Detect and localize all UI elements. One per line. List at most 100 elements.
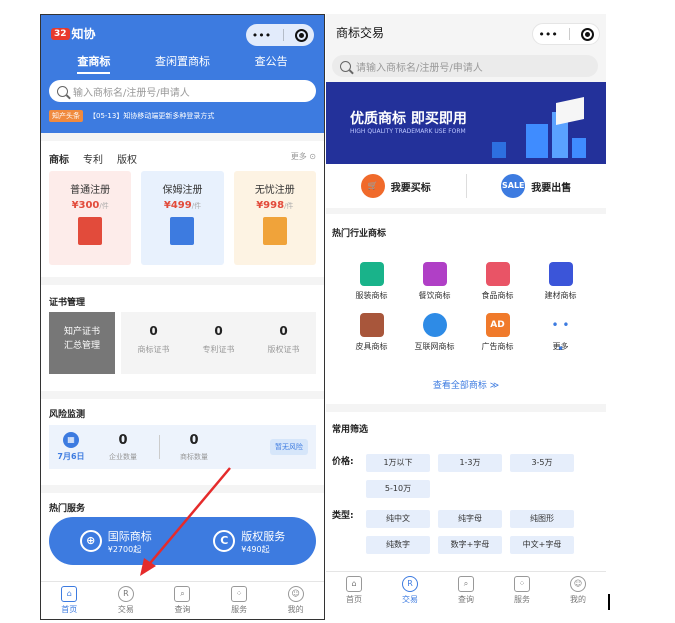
sale-icon: SALE <box>501 174 526 198</box>
bag-icon <box>359 313 384 337</box>
more-link[interactable]: 更多 ⊙ <box>291 151 316 162</box>
tab-mine[interactable]: ☺ 我的 <box>550 572 606 609</box>
more-dots-icon: • • • <box>551 318 570 356</box>
service-worryfree-registration[interactable]: 无忧注册 ¥998/件 <box>233 171 316 265</box>
document-icon <box>78 217 103 245</box>
industry-advertising[interactable]: AD 广告商标 <box>466 313 529 352</box>
service-tabs: 商标 专利 版权 <box>49 151 137 166</box>
status-badge: 暂无风险 <box>270 439 308 455</box>
service-nanny-registration[interactable]: 保姆注册 ¥499/件 <box>141 171 224 265</box>
miniprogram-capsule[interactable]: ••• <box>532 23 600 45</box>
industry-more[interactable]: • • • 更多 <box>529 313 592 356</box>
certificate-card: 证书管理 知产证书 汇总管理 0 商标证书 0 专利证书 0 版权证书 <box>41 285 324 391</box>
stat-patent-cert[interactable]: 0 专利证书 <box>186 312 251 374</box>
bottom-tabbar: ⌂ 首页 R 交易 ⌕ 查询 ⁘ 服务 ☺ 我的 <box>326 571 606 609</box>
tab-idle-trademark[interactable]: 查闲置商标 <box>155 53 210 74</box>
service-name: 无忧注册 <box>254 185 295 196</box>
type-chip[interactable]: 数字+字母 <box>438 536 502 554</box>
tab-copyright[interactable]: 版权 <box>117 151 137 166</box>
tab-trade[interactable]: R 交易 <box>382 572 438 609</box>
type-label: 类型: <box>332 511 354 521</box>
price-chip[interactable]: 1-3万 <box>438 454 502 472</box>
industry-section: 热门行业商标 服装商标 餐饮商标 食品商标 建材商标 皮具商标 互联网商标 AD… <box>326 214 606 404</box>
industry-clothing[interactable]: 服装商标 <box>340 262 403 301</box>
stat-trademark-cert[interactable]: 0 商标证书 <box>121 312 186 374</box>
buy-trademark-button[interactable]: 🛒 我要买标 <box>326 174 466 198</box>
news-tag: 知产头条 <box>49 110 83 122</box>
hot-intl-trademark[interactable]: ⊕ 国际商标 ¥2700起 <box>49 528 183 555</box>
hot-title: 热门服务 <box>49 504 86 514</box>
ad-icon: AD <box>485 313 510 337</box>
tab-home[interactable]: ⌂ 首页 <box>41 582 98 619</box>
document-icon <box>262 217 287 245</box>
home-icon: ⌂ <box>346 576 362 592</box>
cert-title: 证书管理 <box>49 298 86 308</box>
service-normal-registration[interactable]: 普通注册 ¥300/件 <box>49 171 132 265</box>
price-chip[interactable]: 5-10万 <box>366 480 430 498</box>
industry-title: 热门行业商标 <box>332 229 387 239</box>
banner-title: 优质商标 即买即用 <box>350 111 467 127</box>
grid-icon: ⁘ <box>514 576 530 592</box>
industry-internet[interactable]: 互联网商标 <box>403 313 466 352</box>
grid-icon: ⁘ <box>231 586 248 602</box>
tab-search-trademark[interactable]: 查商标 <box>77 53 111 74</box>
news-text[interactable]: 【05-13】知协移动端更新多种登录方式 <box>89 111 214 121</box>
service-card: 商标 专利 版权 更多 ⊙ 普通注册 ¥300/件 保姆注册 ¥499/件 无忧… <box>41 141 324 277</box>
filter-section: 常用筛选 价格: 1万以下 1-3万 3-5万 5-10万 类型: 纯中文 纯字… <box>326 412 606 572</box>
type-chip[interactable]: 纯中文 <box>366 510 430 528</box>
close-target-icon[interactable] <box>295 28 309 42</box>
tab-query[interactable]: ⌕ 查询 <box>438 572 494 609</box>
filter-title: 常用筛选 <box>332 425 369 435</box>
cert-summary-button[interactable]: 知产证书 汇总管理 <box>49 312 115 374</box>
stat-copyright-cert[interactable]: 0 版权证书 <box>251 312 316 374</box>
type-chip[interactable]: 纯图形 <box>510 510 574 528</box>
banner-subtitle: HIGH QUALITY TRADEMARK USE FORM <box>350 128 466 135</box>
type-chip[interactable]: 中文+字母 <box>510 536 574 554</box>
text-cursor <box>608 594 610 610</box>
calendar-icon: ▦ <box>63 432 79 448</box>
buy-sell-bar: 🛒 我要买标 SALE 我要出售 <box>326 164 606 208</box>
registered-icon: R <box>117 586 134 602</box>
more-dots-icon[interactable]: ••• <box>252 29 271 42</box>
tab-patent[interactable]: 专利 <box>83 151 103 166</box>
cart-icon: 🛒 <box>360 174 385 198</box>
tab-service[interactable]: ⁘ 服务 <box>494 572 550 609</box>
tab-home[interactable]: ⌂ 首页 <box>326 572 382 609</box>
industry-catering[interactable]: 餐饮商标 <box>403 262 466 301</box>
sell-trademark-button[interactable]: SALE 我要出售 <box>467 174 607 198</box>
tab-mine[interactable]: ☺ 我的 <box>267 582 324 619</box>
industry-food[interactable]: 食品商标 <box>466 262 529 301</box>
right-phone-screen: 商标交易 ••• 请输入商标名/注册号/申请人 优质商标 即买即用 HIGH Q… <box>326 14 606 609</box>
home-icon: ⌂ <box>61 586 78 602</box>
tab-announcement[interactable]: 查公告 <box>255 53 288 74</box>
more-dots-icon[interactable]: ••• <box>538 28 557 41</box>
price-chip[interactable]: 3-5万 <box>510 454 574 472</box>
price-chips: 1万以下 1-3万 3-5万 5-10万 <box>366 454 600 498</box>
type-chip[interactable]: 纯数字 <box>366 536 430 554</box>
view-all-trademarks-link[interactable]: 查看全部商标 ≫ <box>326 378 606 391</box>
logo-badge: 32 <box>51 27 70 40</box>
search-input[interactable]: 请输入商标名/注册号/申请人 <box>332 55 598 77</box>
stat-company-count: 0 企业数量 <box>109 432 137 461</box>
search-input[interactable]: 输入商标名/注册号/申请人 <box>49 80 316 102</box>
news-ticker[interactable]: 知产头条 【05-13】知协移动端更新多种登录方式 <box>49 110 214 122</box>
type-chip[interactable]: 纯字母 <box>438 510 502 528</box>
left-phone-screen: 32 知协 ••• 查商标 查闲置商标 查公告 输入商标名/注册号/申请人 知产… <box>40 14 325 620</box>
user-icon: ☺ <box>570 576 586 592</box>
industry-building[interactable]: 建材商标 <box>529 262 592 301</box>
promo-banner[interactable]: 优质商标 即买即用 HIGH QUALITY TRADEMARK USE FOR… <box>326 82 606 164</box>
tab-service[interactable]: ⁘ 服务 <box>211 582 268 619</box>
trade-header: 商标交易 ••• 请输入商标名/注册号/申请人 <box>326 14 606 82</box>
miniprogram-capsule[interactable]: ••• <box>246 24 314 46</box>
banner-cube <box>526 124 548 158</box>
risk-summary[interactable]: ▦ 7月6日 0 企业数量 0 商标数量 暂无风险 <box>49 425 316 469</box>
cloche-icon <box>422 262 447 286</box>
tab-trade[interactable]: R 交易 <box>98 582 155 619</box>
shirt-icon <box>359 262 384 286</box>
tab-query[interactable]: ⌕ 查询 <box>154 582 211 619</box>
tab-trademark[interactable]: 商标 <box>49 151 69 166</box>
close-target-icon[interactable] <box>580 27 594 41</box>
price-chip[interactable]: 1万以下 <box>366 454 430 472</box>
industry-leather[interactable]: 皮具商标 <box>340 313 403 352</box>
hot-copyright-service[interactable]: C 版权服务 ¥490起 <box>183 528 317 555</box>
